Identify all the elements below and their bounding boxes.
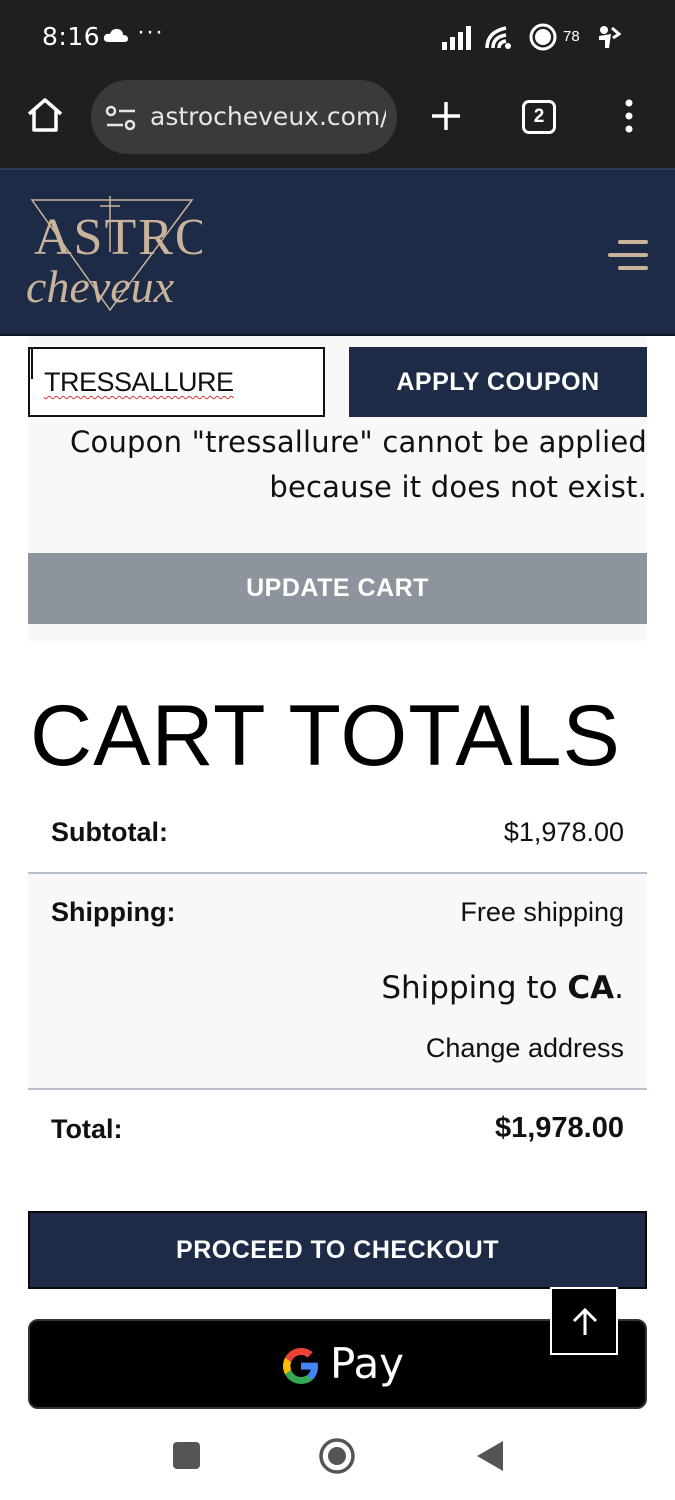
subtotal-row: Subtotal: $1,978.00 [28, 800, 647, 874]
coupon-code-input[interactable]: TRESSALLURE [28, 347, 325, 417]
apply-coupon-button[interactable]: APPLY COUPON [349, 347, 647, 417]
signal-icon [442, 26, 471, 50]
google-pay-label: Pay [330, 1339, 405, 1388]
back-icon[interactable] [475, 1439, 505, 1473]
coupon-error-message: Coupon "tressallure" cannot be applied b… [70, 425, 647, 504]
hamburger-menu-icon[interactable] [606, 238, 650, 272]
total-row: Total: $1,978.00 [28, 1090, 647, 1170]
shipping-label: Shipping: [51, 897, 176, 927]
update-cart-button[interactable]: UPDATE CART [28, 553, 647, 624]
tab-switcher-button[interactable]: 2 [522, 100, 556, 134]
shipping-method: Free shipping [460, 897, 624, 927]
browser-toolbar: astrocheveux.com/c 2 [0, 72, 675, 168]
system-navigation-bar [0, 1412, 675, 1500]
cloud-icon [103, 28, 128, 42]
recent-apps-icon[interactable] [173, 1442, 200, 1469]
proceed-to-checkout-button[interactable]: PROCEED TO CHECKOUT [28, 1211, 647, 1289]
site-header: ASTRO cheveux [0, 168, 675, 336]
home-icon[interactable] [24, 94, 66, 136]
cart-totals-heading: CART TOTALS [30, 688, 621, 784]
more-notifications-icon: ··· [137, 18, 164, 45]
status-time: 8:16 [42, 22, 101, 51]
new-tab-icon[interactable] [426, 96, 466, 136]
change-address-link[interactable]: Change address [426, 1033, 624, 1064]
coupon-code-value[interactable]: TRESSALLURE [44, 367, 234, 398]
shipping-destination-prefix: Shipping to [381, 970, 568, 1006]
address-bar[interactable]: astrocheveux.com/c [91, 80, 397, 154]
subtotal-label: Subtotal: [51, 817, 168, 847]
shipping-region: CA [567, 970, 615, 1006]
site-logo[interactable]: ASTRO cheveux [22, 192, 202, 312]
url-text[interactable]: astrocheveux.com/c [150, 102, 386, 131]
battery-level: 78 [563, 28, 580, 45]
total-label: Total: [51, 1114, 123, 1144]
wifi-icon [485, 26, 511, 49]
scroll-to-top-button[interactable] [550, 1287, 618, 1355]
shipping-destination-suffix: . [614, 970, 624, 1006]
shipping-destination: Shipping to CA. [381, 970, 624, 1006]
svg-text:cheveux: cheveux [26, 261, 175, 312]
subtotal-value: $1,978.00 [503, 817, 624, 847]
overflow-menu-icon[interactable] [614, 96, 644, 136]
battery-icon [529, 23, 557, 51]
text-cursor [31, 349, 33, 379]
total-value: $1,978.00 [494, 1112, 624, 1144]
svg-text:ASTRO: ASTRO [34, 209, 202, 266]
shipping-row: Shipping: Free shipping Shipping to CA. … [28, 874, 647, 1090]
google-g-icon [283, 1348, 318, 1384]
accessibility-icon [599, 26, 621, 48]
site-settings-icon[interactable] [105, 104, 137, 132]
status-bar: 8:16 ··· 78 [0, 0, 675, 72]
arrow-up-icon [572, 1307, 598, 1335]
home-circle-icon[interactable] [318, 1437, 356, 1475]
